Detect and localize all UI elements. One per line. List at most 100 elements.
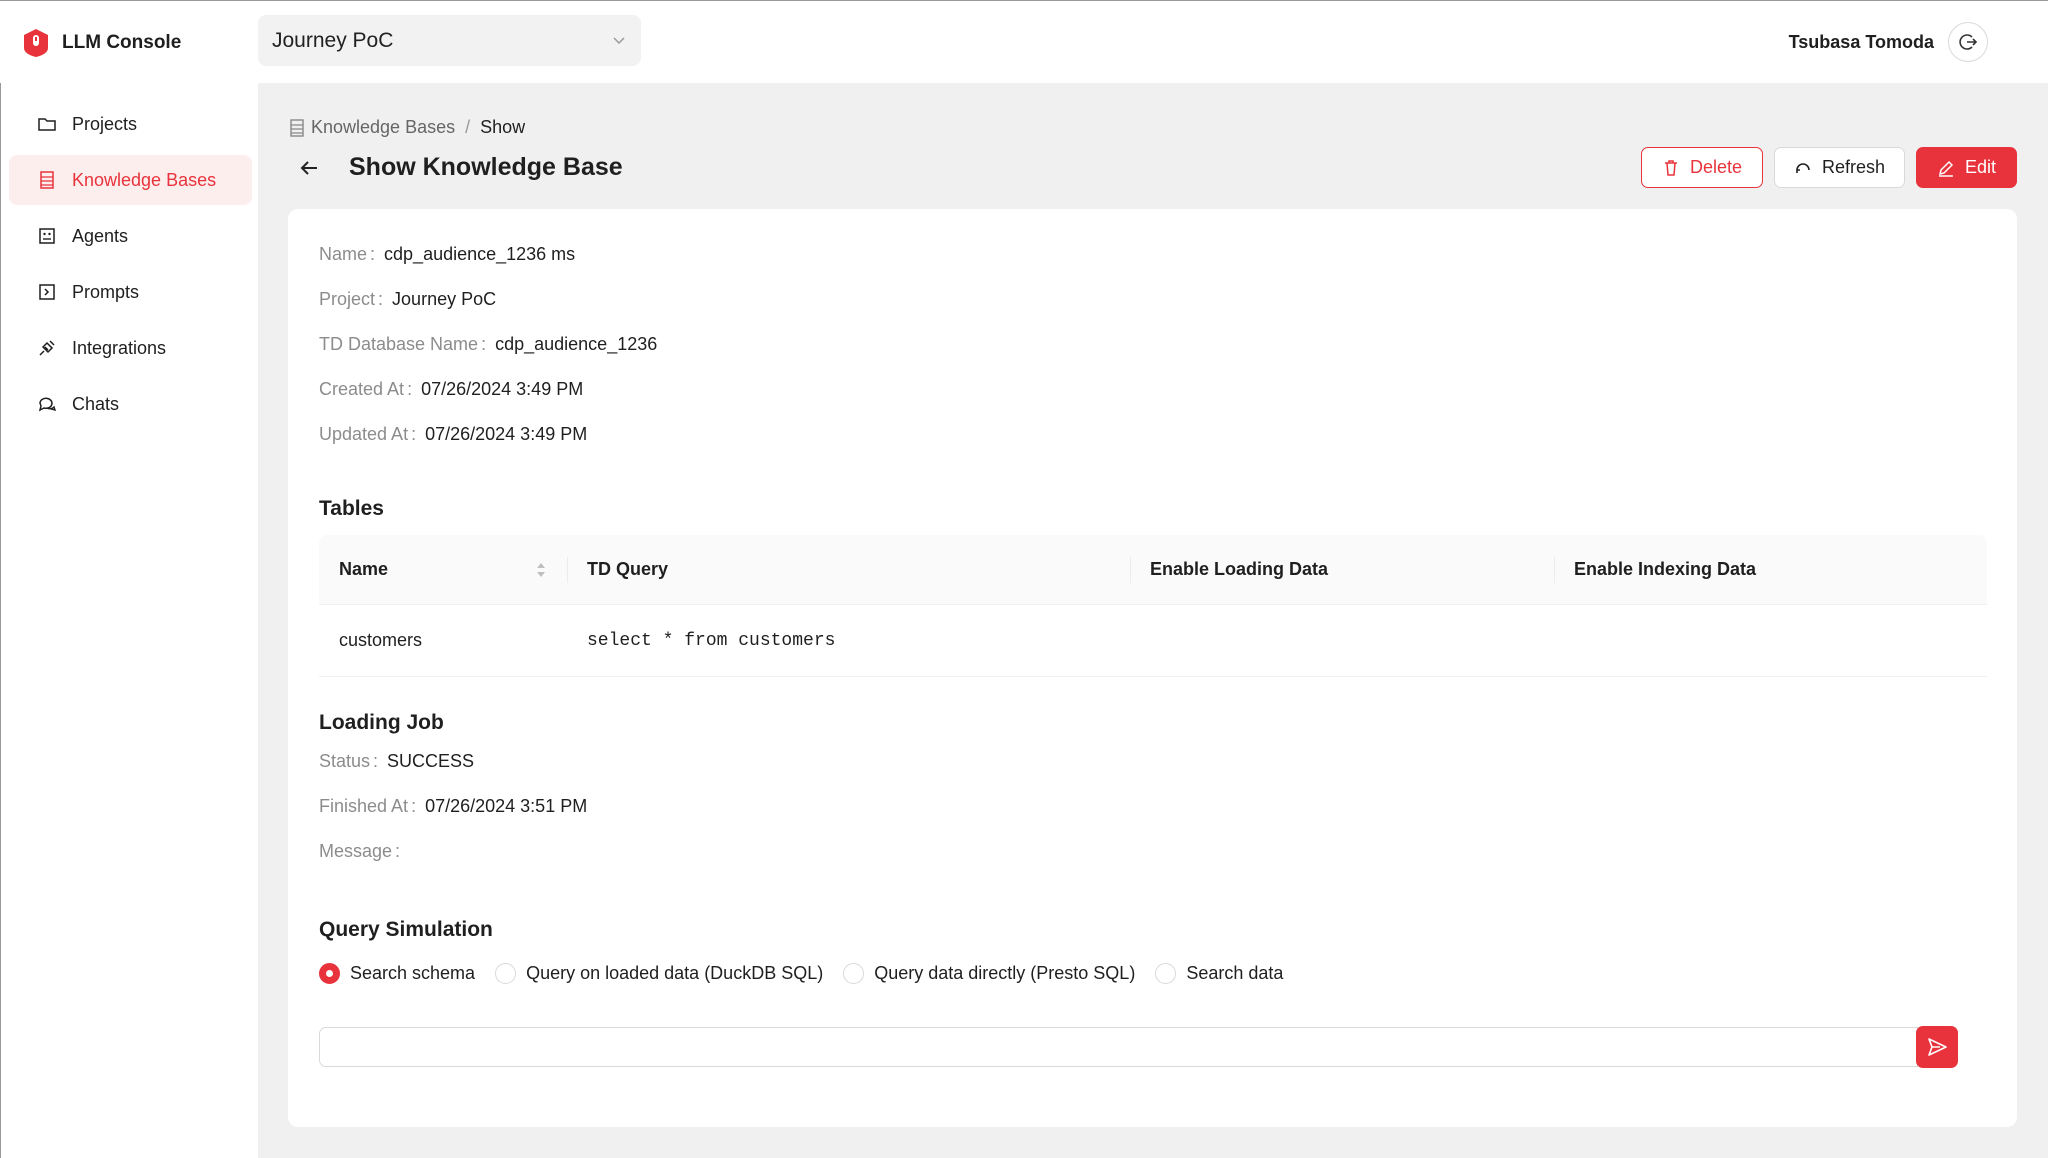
column-header-label: Enable Indexing Data [1574,559,1757,579]
radio-query-data-directly[interactable]: Query data directly (Presto SQL) [843,963,1135,984]
sidebar-item-prompts[interactable]: Prompts [9,267,252,317]
status-value: SUCCESS [387,751,475,771]
query-input[interactable] [319,1027,1918,1067]
page-title: Show Knowledge Base [349,153,623,181]
chat-icon [37,394,57,414]
sidebar-item-label: Knowledge Bases [72,169,217,190]
detail-value: cdp_audience_1236 [495,334,658,354]
detail-label: Project [319,289,376,309]
user-menu: Tsubasa Tomoda [1789,22,1988,62]
radio-search-data[interactable]: Search data [1155,963,1283,984]
radio-indicator[interactable] [495,963,517,984]
sidebar-item-projects[interactable]: Projects [9,99,252,149]
sidebar-item-label: Projects [72,113,138,134]
knowledge-base-details-card: Name: cdp_audience_1236 ms Project: Jour… [288,209,2017,1127]
sidebar-item-label: Integrations [72,337,167,358]
column-header-name[interactable]: Name [319,535,567,604]
column-header-label: Name [339,559,389,579]
pencil-icon [1937,159,1955,177]
delete-button[interactable]: Delete [1641,147,1763,188]
sidebar-item-integrations[interactable]: Integrations [9,323,252,373]
project-select[interactable]: Journey PoC [258,15,641,66]
user-name: Tsubasa Tomoda [1788,31,1934,52]
query-simulation-title: Query Simulation [319,918,493,941]
delete-button-label: Delete [1689,157,1743,177]
radio-indicator[interactable] [319,963,340,984]
logout-icon [1959,34,1978,50]
detail-label: Created At [319,379,405,399]
breadcrumb-current: Show [480,117,526,137]
loading-job-finished-at: Finished At: 07/26/2024 3:51 PM [319,796,588,816]
refresh-icon [1794,159,1812,177]
sidebar-item-chats[interactable]: Chats [9,379,252,429]
radio-search-schema[interactable]: Search schema [319,963,475,984]
app-name: LLM Console [62,32,182,53]
table-header: Name TD Query Enable Loading Data Enable… [319,535,1987,605]
radio-indicator[interactable] [843,963,865,984]
detail-value: cdp_audience_1236 ms [384,244,576,264]
radio-indicator[interactable] [1155,963,1177,984]
table-row: customers select * from customers [319,605,1987,677]
cell-td-query: select * from customers [587,630,836,651]
loading-job-status: Status: SUCCESS [319,751,475,771]
detail-value: 07/26/2024 3:49 PM [425,424,588,444]
detail-value: Journey PoC [392,289,497,309]
send-button[interactable] [1916,1026,1958,1068]
chevron-down-icon [613,37,625,45]
sort-icon[interactable] [535,561,547,579]
radio-label: Query on loaded data (DuckDB SQL) [526,963,824,983]
trash-icon [1662,159,1680,177]
app-logo[interactable]: LLM Console [21,28,181,58]
breadcrumb-separator: / [465,117,471,137]
radio-query-loaded-data[interactable]: Query on loaded data (DuckDB SQL) [495,963,823,984]
detail-value: 07/26/2024 3:51 PM [425,796,588,816]
cell-name: customers [339,630,423,650]
loading-job-message: Message: [319,841,401,861]
column-header-label: Enable Loading Data [1150,559,1329,579]
detail-label: Name [319,244,368,264]
loading-job-title: Loading Job [319,711,444,734]
shield-logo-icon [24,29,48,57]
detail-created-at: Created At: 07/26/2024 3:49 PM [319,379,584,399]
column-header-enable-indexing-data: Enable Indexing Data [1554,535,1987,604]
sidebar-item-agents[interactable]: Agents [9,211,252,261]
logout-button[interactable] [1948,22,1988,62]
detail-label: TD Database Name [319,334,479,354]
sidebar-item-label: Chats [72,393,120,414]
refresh-button[interactable]: Refresh [1774,147,1905,188]
radio-label: Query data directly (Presto SQL) [874,963,1136,983]
detail-label: Message [319,841,393,861]
folder-icon [37,114,57,134]
sidebar: Projects Knowledge Bases Agents Prompts … [0,83,258,1158]
detail-project: Project: Journey PoC [319,289,497,309]
database-icon [37,170,57,190]
detail-name: Name: cdp_audience_1236 ms [319,244,576,264]
breadcrumb: Knowledge Bases / Show [289,117,525,138]
column-header-label: TD Query [587,559,669,579]
sidebar-item-label: Agents [72,225,129,246]
robot-icon [37,226,57,246]
back-button[interactable] [297,156,321,180]
column-header-td-query: TD Query [567,535,1130,604]
top-header: LLM Console Journey PoC Tsubasa Tomoda [0,0,2048,83]
refresh-button-label: Refresh [1821,157,1886,177]
detail-label: Status [319,751,371,771]
project-select-value: Journey PoC [272,28,394,52]
detail-td-database-name: TD Database Name: cdp_audience_1236 [319,334,658,354]
detail-updated-at: Updated At: 07/26/2024 3:49 PM [319,424,588,444]
sidebar-item-knowledge-bases[interactable]: Knowledge Bases [9,155,252,205]
detail-value: 07/26/2024 3:49 PM [421,379,584,399]
send-icon [1928,1038,1947,1056]
edit-button-label: Edit [1964,157,1997,177]
tables-table: Name TD Query Enable Loading Data Enable… [319,535,1987,677]
radio-label: Search data [1186,963,1284,983]
database-icon [289,118,305,137]
detail-label: Finished At [319,796,409,816]
breadcrumb-link-knowledge-bases[interactable]: Knowledge Bases [311,117,455,138]
detail-label: Updated At [319,424,409,444]
query-mode-radio-group: Search schema Query on loaded data (Duck… [319,963,1303,984]
prompt-icon [37,282,57,302]
arrow-left-icon [300,161,317,175]
edit-button[interactable]: Edit [1916,147,2017,188]
tables-section-title: Tables [319,497,384,520]
